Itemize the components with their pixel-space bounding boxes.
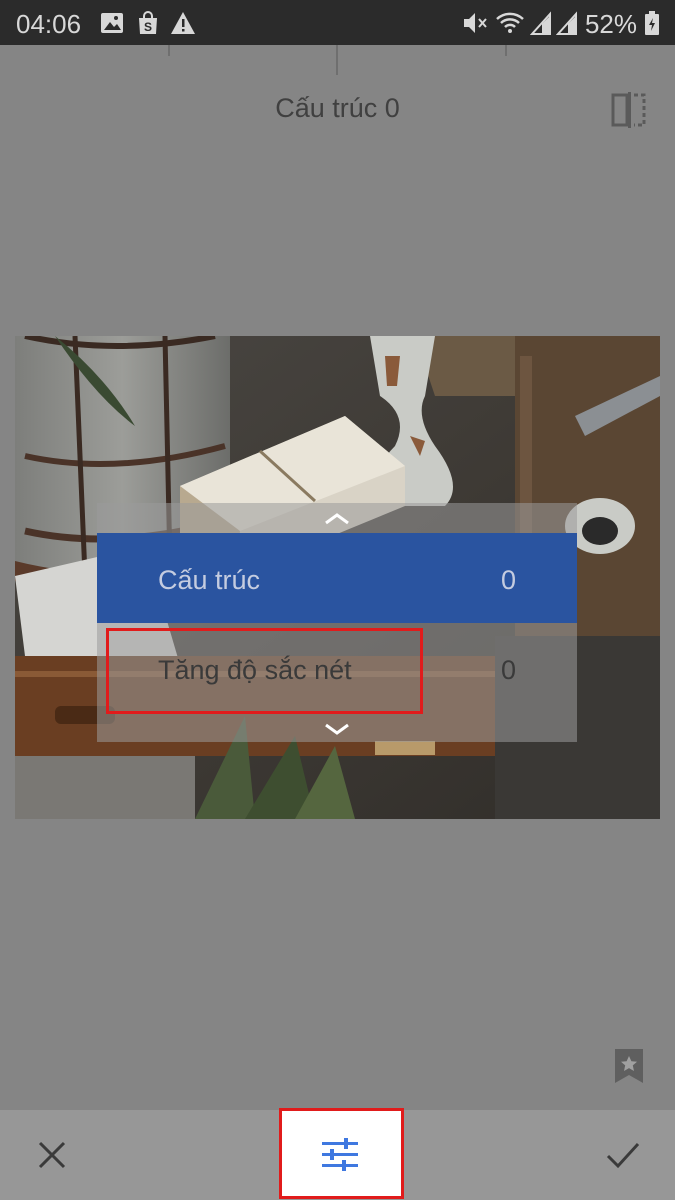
- battery-percent: 52%: [584, 9, 637, 39]
- battery-icon: [645, 11, 659, 35]
- bottom-toolbar: [0, 1108, 675, 1200]
- tools-button[interactable]: [279, 1108, 404, 1199]
- signal-icon: [530, 11, 551, 35]
- tune-sliders-icon: [322, 1138, 358, 1171]
- compare-icon[interactable]: [610, 92, 650, 128]
- menu-item-value: 0: [501, 655, 517, 685]
- gallery-icon: [101, 13, 123, 33]
- check-icon[interactable]: [600, 1110, 645, 1200]
- svg-text:S: S: [144, 20, 152, 34]
- mute-icon: [464, 13, 487, 33]
- ruler-tick-center: [336, 45, 338, 75]
- adjustment-title: Cấu trúc 0: [275, 93, 400, 123]
- shopping-bag-icon: S: [139, 11, 157, 34]
- close-icon[interactable]: [30, 1110, 75, 1200]
- ruler-tick: [168, 45, 170, 56]
- wifi-icon: [496, 12, 524, 33]
- menu-item-label: Cấu trúc: [158, 565, 261, 595]
- menu-item-structure[interactable]: Cấu trúc 0: [97, 533, 577, 623]
- menu-item-value: 0: [501, 565, 517, 595]
- warning-icon: [171, 12, 195, 34]
- status-bar: 04:06 S 52%: [0, 0, 675, 45]
- ruler-tick: [505, 45, 507, 56]
- chevron-down-icon[interactable]: [97, 715, 577, 743]
- bookmark-star-icon[interactable]: [613, 1047, 645, 1085]
- chevron-up-icon[interactable]: [97, 505, 577, 533]
- signal-icon-2: [556, 11, 577, 35]
- status-time: 04:06: [16, 9, 82, 39]
- highlight-box: [106, 628, 423, 714]
